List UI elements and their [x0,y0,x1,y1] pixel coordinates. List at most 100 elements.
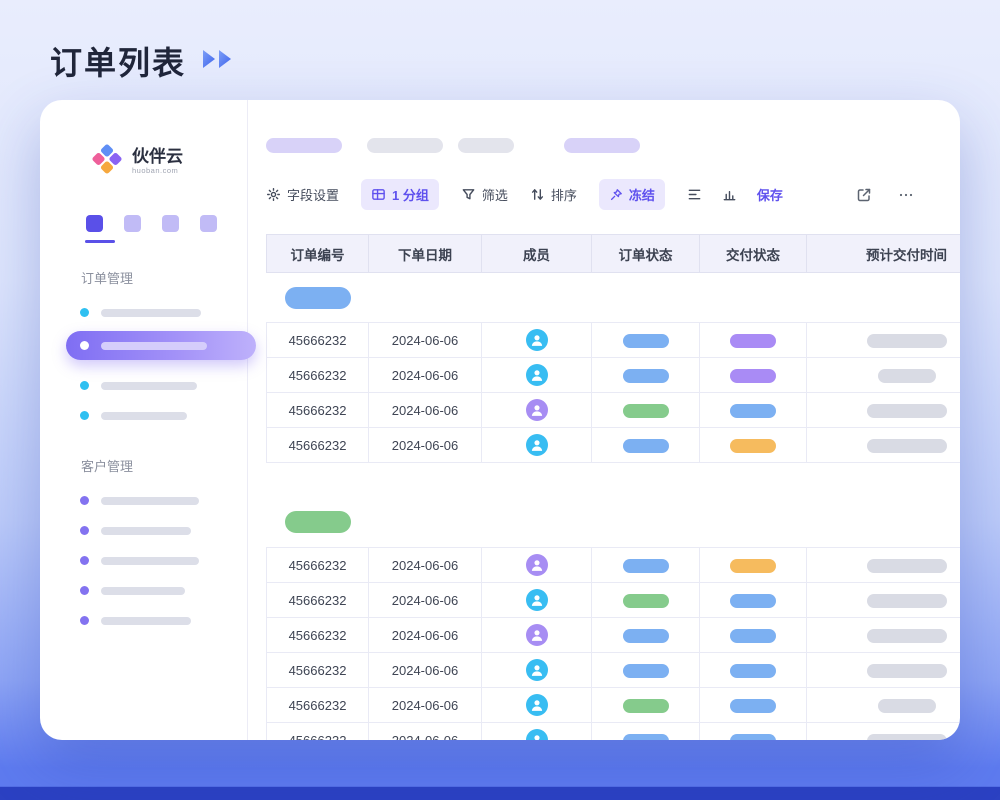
nav-item-placeholder[interactable] [80,586,247,595]
member-cell[interactable] [482,548,592,583]
order-status-cell[interactable] [592,583,700,618]
order-row[interactable]: 456662322024-06-06 [267,618,961,653]
nav-item-placeholder[interactable] [80,556,247,565]
delivery-status-cell[interactable] [700,323,807,358]
order-date-cell[interactable]: 2024-06-06 [369,428,482,463]
nav-item-placeholder[interactable] [80,381,247,390]
member-cell[interactable] [482,358,592,393]
member-cell[interactable] [482,323,592,358]
order-status-cell[interactable] [592,393,700,428]
row-height-button[interactable] [687,187,702,202]
more-button[interactable] [898,187,914,203]
nav-item-placeholder[interactable] [80,496,247,505]
order-status-cell[interactable] [592,323,700,358]
column-header[interactable]: 成员 [482,235,592,273]
eta-cell[interactable] [807,358,961,393]
view-tab-placeholder[interactable] [458,138,514,153]
member-cell[interactable] [482,428,592,463]
nav-item-selected[interactable] [66,331,256,360]
freeze-button[interactable]: 冻结 [599,179,665,210]
member-cell[interactable] [482,583,592,618]
delivery-status-cell[interactable] [700,548,807,583]
sort-button[interactable]: 排序 [530,185,577,204]
order-date-cell[interactable]: 2024-06-06 [369,358,482,393]
delivery-status-cell[interactable] [700,393,807,428]
delivery-status-cell[interactable] [700,583,807,618]
order-row[interactable]: 456662322024-06-06 [267,583,961,618]
delivery-status-cell[interactable] [700,688,807,723]
order-status-cell[interactable] [592,358,700,393]
group-button[interactable]: 1 分组 [361,179,439,210]
order-row[interactable]: 456662322024-06-06 [267,323,961,358]
order-row[interactable]: 456662322024-06-06 [267,393,961,428]
delivery-status-cell[interactable] [700,428,807,463]
order-no-cell[interactable]: 45666232 [267,618,369,653]
eta-cell[interactable] [807,583,961,618]
column-header[interactable]: 订单编号 [267,235,369,273]
view-tab-placeholder[interactable] [266,138,342,153]
order-date-cell[interactable]: 2024-06-06 [369,583,482,618]
order-no-cell[interactable]: 45666232 [267,548,369,583]
member-cell[interactable] [482,618,592,653]
order-no-cell[interactable]: 45666232 [267,723,369,741]
eta-cell[interactable] [807,548,961,583]
group-header-row[interactable] [267,498,961,548]
column-header[interactable]: 交付状态 [700,235,807,273]
eta-cell[interactable] [807,618,961,653]
delivery-status-cell[interactable] [700,653,807,688]
order-row[interactable]: 456662322024-06-06 [267,358,961,393]
group-header-row[interactable] [267,273,961,323]
delivery-status-cell[interactable] [700,618,807,653]
field-settings-button[interactable]: 字段设置 [266,185,339,204]
order-no-cell[interactable]: 45666232 [267,393,369,428]
order-status-cell[interactable] [592,723,700,741]
member-cell[interactable] [482,723,592,741]
order-date-cell[interactable]: 2024-06-06 [369,688,482,723]
order-status-cell[interactable] [592,618,700,653]
order-date-cell[interactable]: 2024-06-06 [369,653,482,688]
nav-item-placeholder[interactable] [80,526,247,535]
order-status-cell[interactable] [592,653,700,688]
eta-cell[interactable] [807,428,961,463]
order-row[interactable]: 456662322024-06-06 [267,723,961,741]
eta-cell[interactable] [807,393,961,428]
nav-item-placeholder[interactable] [80,616,247,625]
share-button[interactable] [856,187,872,203]
group-pill[interactable] [285,287,351,309]
eta-cell[interactable] [807,723,961,741]
member-cell[interactable] [482,393,592,428]
delivery-status-cell[interactable] [700,358,807,393]
member-cell[interactable] [482,653,592,688]
sidebar-tab-2[interactable] [124,215,141,232]
order-date-cell[interactable]: 2024-06-06 [369,548,482,583]
order-no-cell[interactable]: 45666232 [267,653,369,688]
order-row[interactable]: 456662322024-06-06 [267,653,961,688]
order-no-cell[interactable]: 45666232 [267,428,369,463]
order-no-cell[interactable]: 45666232 [267,583,369,618]
filter-button[interactable]: 筛选 [461,185,508,204]
order-no-cell[interactable]: 45666232 [267,323,369,358]
group-pill[interactable] [285,511,351,533]
sidebar-tab-3[interactable] [162,215,179,232]
column-header[interactable]: 下单日期 [369,235,482,273]
order-row[interactable]: 456662322024-06-06 [267,688,961,723]
save-button[interactable]: 保存 [757,185,783,204]
order-no-cell[interactable]: 45666232 [267,358,369,393]
order-status-cell[interactable] [592,428,700,463]
column-header[interactable]: 订单状态 [592,235,700,273]
nav-item-placeholder[interactable] [80,308,247,317]
eta-cell[interactable] [807,688,961,723]
sidebar-tab-1[interactable] [86,215,103,232]
order-no-cell[interactable]: 45666232 [267,688,369,723]
chart-button[interactable] [722,187,737,202]
order-date-cell[interactable]: 2024-06-06 [369,393,482,428]
order-date-cell[interactable]: 2024-06-06 [369,723,482,741]
order-status-cell[interactable] [592,688,700,723]
nav-item-placeholder[interactable] [80,411,247,420]
sidebar-tab-4[interactable] [200,215,217,232]
order-date-cell[interactable]: 2024-06-06 [369,323,482,358]
order-status-cell[interactable] [592,548,700,583]
eta-cell[interactable] [807,323,961,358]
eta-cell[interactable] [807,653,961,688]
view-tab-placeholder[interactable] [367,138,443,153]
